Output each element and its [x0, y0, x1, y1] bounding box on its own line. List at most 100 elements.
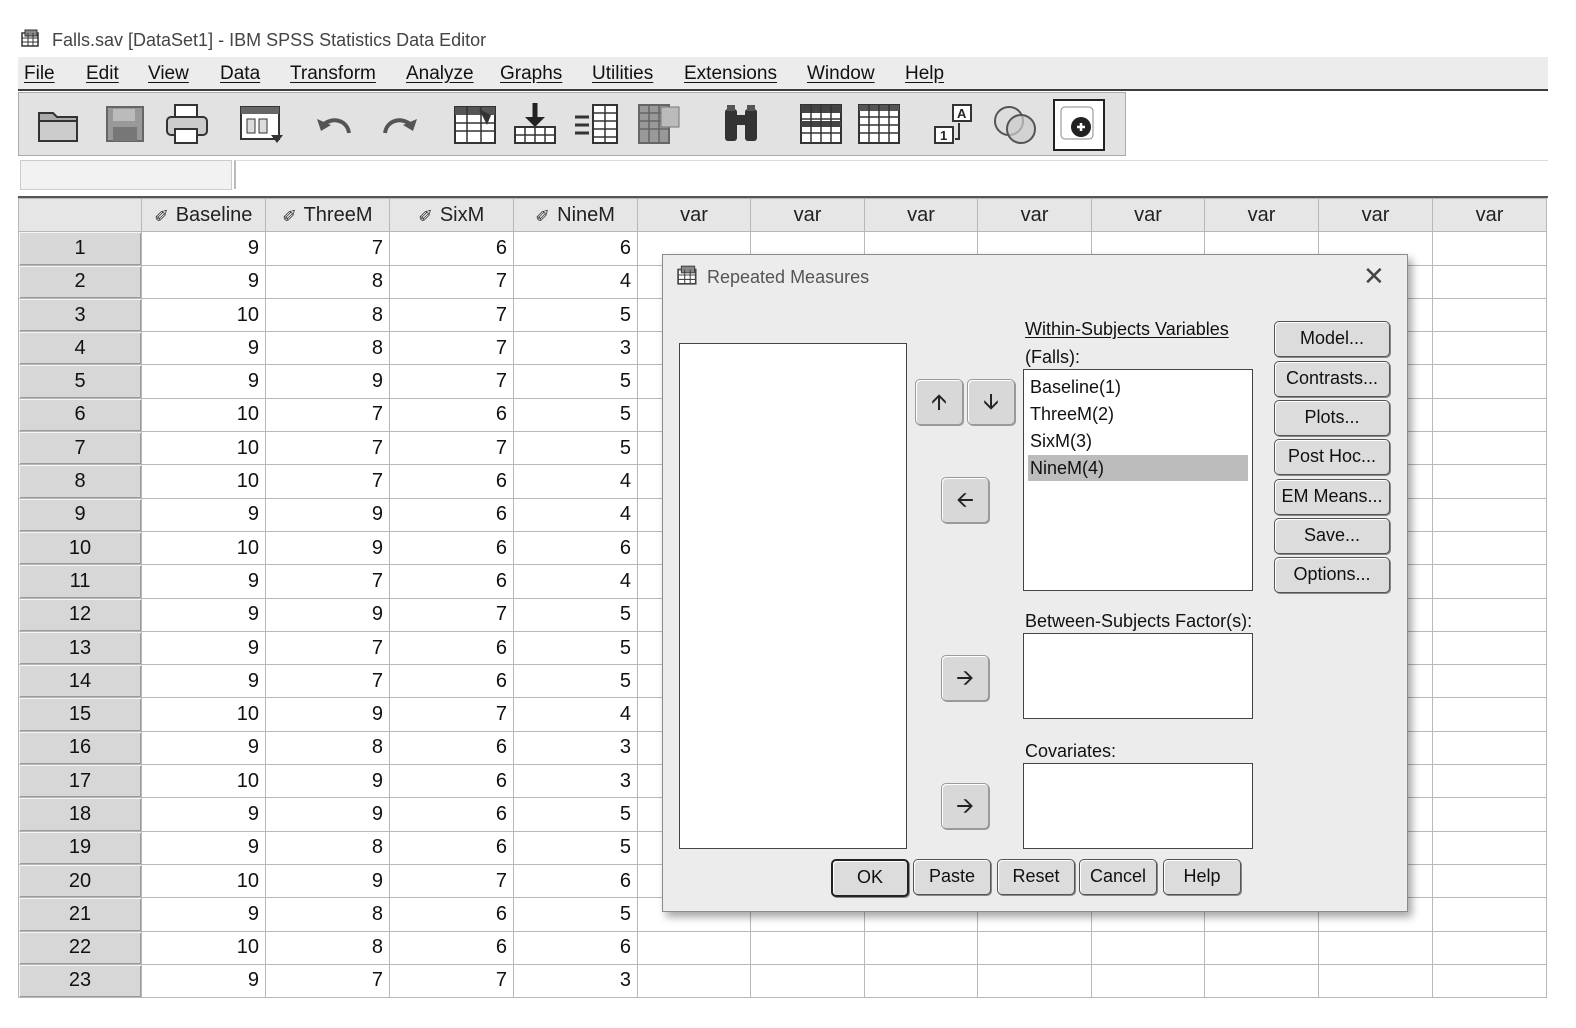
- data-cell[interactable]: 9: [141, 797, 266, 832]
- corner-cell[interactable]: [18, 197, 142, 233]
- move-to-between-button[interactable]: 🡪: [941, 655, 989, 701]
- data-cell[interactable]: 7: [265, 231, 390, 266]
- list-item[interactable]: SixM(3): [1028, 428, 1092, 454]
- data-cell[interactable]: 3: [513, 730, 638, 766]
- data-cell[interactable]: 10: [141, 697, 266, 732]
- menu-edit[interactable]: Edit: [86, 63, 119, 85]
- data-cell[interactable]: 10: [141, 431, 266, 466]
- data-cell[interactable]: 7: [389, 297, 514, 333]
- empty-cell[interactable]: [1204, 930, 1319, 965]
- empty-cell[interactable]: [1432, 564, 1547, 599]
- list-item-selected[interactable]: NineM(4): [1028, 455, 1248, 481]
- empty-cell[interactable]: [864, 963, 978, 999]
- data-cell[interactable]: 6: [513, 863, 638, 899]
- row-header[interactable]: 4: [18, 331, 142, 366]
- empty-cell[interactable]: [1432, 730, 1547, 766]
- menu-file[interactable]: File: [24, 63, 55, 85]
- empty-cell[interactable]: [750, 930, 865, 965]
- row-header[interactable]: 11: [18, 564, 142, 599]
- model-button[interactable]: Model...: [1274, 321, 1390, 357]
- data-cell[interactable]: 9: [141, 830, 266, 865]
- row-header[interactable]: 6: [18, 397, 142, 433]
- data-cell[interactable]: 7: [389, 264, 514, 299]
- empty-cell[interactable]: [1432, 630, 1547, 666]
- list-item[interactable]: ThreeM(2): [1028, 401, 1114, 427]
- close-icon[interactable]: ✕: [1363, 261, 1385, 292]
- data-cell[interactable]: 10: [141, 764, 266, 799]
- column-header-var[interactable]: var: [1091, 197, 1205, 233]
- data-cell[interactable]: 6: [389, 897, 514, 932]
- move-down-button[interactable]: 🡫: [967, 379, 1015, 425]
- undo-icon[interactable]: [311, 101, 359, 147]
- data-cell[interactable]: 9: [265, 863, 390, 899]
- data-cell[interactable]: 6: [389, 664, 514, 699]
- data-cell[interactable]: 4: [513, 464, 638, 499]
- empty-cell[interactable]: [1204, 963, 1319, 999]
- menu-analyze[interactable]: Analyze: [406, 63, 474, 85]
- empty-cell[interactable]: [1432, 397, 1547, 433]
- data-cell[interactable]: 10: [141, 464, 266, 499]
- save-button[interactable]: Save...: [1274, 518, 1390, 554]
- data-cell[interactable]: 9: [141, 331, 266, 366]
- data-cell[interactable]: 3: [513, 963, 638, 999]
- empty-cell[interactable]: [1091, 930, 1205, 965]
- paste-button[interactable]: Paste: [913, 859, 991, 895]
- data-cell[interactable]: 9: [141, 630, 266, 666]
- find-icon[interactable]: [717, 101, 765, 147]
- goto-variable-icon[interactable]: [511, 101, 559, 147]
- row-header[interactable]: 3: [18, 297, 142, 333]
- data-cell[interactable]: 9: [141, 364, 266, 399]
- save-icon[interactable]: [101, 101, 149, 147]
- options-button[interactable]: Options...: [1274, 557, 1390, 593]
- data-cell[interactable]: 9: [265, 497, 390, 532]
- em-means-button[interactable]: EM Means...: [1274, 479, 1390, 515]
- data-cell[interactable]: 6: [389, 764, 514, 799]
- data-cell[interactable]: 5: [513, 364, 638, 399]
- data-cell[interactable]: 9: [265, 764, 390, 799]
- row-header[interactable]: 7: [18, 431, 142, 466]
- empty-cell[interactable]: [637, 963, 751, 999]
- column-header-var[interactable]: var: [637, 197, 751, 233]
- column-header-var[interactable]: var: [750, 197, 865, 233]
- empty-cell[interactable]: [1432, 930, 1547, 965]
- data-cell[interactable]: 6: [389, 630, 514, 666]
- data-cell[interactable]: 9: [141, 664, 266, 699]
- row-header[interactable]: 2: [18, 264, 142, 299]
- print-icon[interactable]: [163, 101, 211, 147]
- empty-cell[interactable]: [1318, 930, 1433, 965]
- data-cell[interactable]: 7: [389, 431, 514, 466]
- row-header[interactable]: 17: [18, 764, 142, 799]
- ok-button[interactable]: OK: [831, 859, 909, 897]
- data-cell[interactable]: 9: [141, 497, 266, 532]
- data-cell[interactable]: 6: [389, 397, 514, 433]
- row-header[interactable]: 15: [18, 697, 142, 732]
- data-cell[interactable]: 10: [141, 530, 266, 566]
- data-cell[interactable]: 9: [265, 364, 390, 399]
- data-cell[interactable]: 5: [513, 830, 638, 865]
- variables-icon[interactable]: [573, 101, 621, 147]
- column-header-var[interactable]: var: [1432, 197, 1547, 233]
- data-cell[interactable]: 6: [389, 530, 514, 566]
- column-header-var[interactable]: var: [977, 197, 1092, 233]
- empty-cell[interactable]: [1432, 697, 1547, 732]
- column-header-var[interactable]: var: [1318, 197, 1433, 233]
- data-cell[interactable]: 7: [265, 664, 390, 699]
- data-cell[interactable]: 8: [265, 930, 390, 965]
- column-header-threem[interactable]: ✏ThreeM: [265, 197, 390, 233]
- move-up-button[interactable]: 🡩: [915, 379, 963, 425]
- row-header[interactable]: 9: [18, 497, 142, 532]
- post-hoc-button[interactable]: Post Hoc...: [1274, 439, 1390, 475]
- between-subjects-list[interactable]: [1023, 633, 1253, 719]
- data-cell[interactable]: 10: [141, 930, 266, 965]
- row-header[interactable]: 19: [18, 830, 142, 865]
- data-cell[interactable]: 6: [389, 930, 514, 965]
- empty-cell[interactable]: [864, 930, 978, 965]
- data-cell[interactable]: 9: [141, 897, 266, 932]
- data-cell[interactable]: 7: [389, 863, 514, 899]
- cell-value-editor[interactable]: [234, 160, 1548, 189]
- spelling-button[interactable]: [1053, 99, 1105, 151]
- data-cell[interactable]: 10: [141, 297, 266, 333]
- data-cell[interactable]: 7: [265, 963, 390, 999]
- empty-cell[interactable]: [1432, 530, 1547, 566]
- data-cell[interactable]: 7: [265, 431, 390, 466]
